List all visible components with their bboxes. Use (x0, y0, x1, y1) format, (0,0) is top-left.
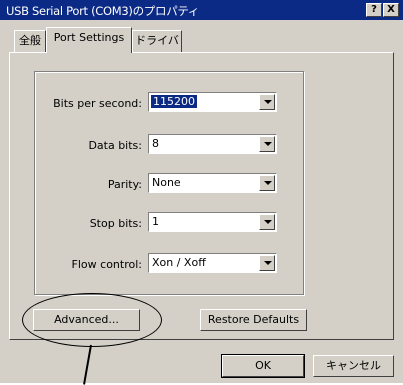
parity-value: None (152, 176, 181, 189)
data-bits-select[interactable]: 8 (148, 134, 277, 154)
help-button[interactable]: ? (366, 3, 382, 17)
bits-per-second-select[interactable]: 115200 (148, 92, 277, 112)
callout-ellipse (22, 293, 162, 347)
window-title: USB Serial Port (COM3)のプロパティ (6, 4, 200, 18)
close-button[interactable]: X (383, 3, 399, 17)
parity-label: Parity: (107, 178, 142, 191)
tab-port-settings[interactable]: Port Settings (46, 27, 132, 53)
cancel-button[interactable]: キャンセル (313, 355, 394, 377)
bits-per-second-value: 115200 (151, 95, 197, 108)
tab-driver[interactable]: ドライバ (132, 30, 182, 52)
chevron-down-icon[interactable] (259, 136, 275, 152)
parity-select[interactable]: None (148, 173, 277, 193)
ok-button[interactable]: OK (221, 354, 305, 378)
stop-bits-label: Stop bits: (89, 217, 142, 230)
chevron-down-icon[interactable] (259, 175, 275, 191)
stop-bits-value: 1 (152, 215, 159, 228)
restore-defaults-button[interactable]: Restore Defaults (200, 309, 307, 331)
stop-bits-select[interactable]: 1 (148, 212, 277, 232)
data-bits-value: 8 (152, 137, 159, 150)
chevron-down-icon[interactable] (259, 214, 275, 230)
data-bits-label: Data bits: (88, 139, 142, 152)
tab-general[interactable]: 全般 (14, 30, 46, 52)
chevron-down-icon[interactable] (259, 94, 275, 110)
flow-control-value: Xon / Xoff (152, 256, 206, 269)
flow-control-select[interactable]: Xon / Xoff (148, 253, 277, 273)
chevron-down-icon[interactable] (259, 255, 275, 271)
bits-per-second-label: Bits per second: (53, 97, 142, 110)
flow-control-label: Flow control: (71, 258, 142, 271)
title-bar: USB Serial Port (COM3)のプロパティ ? X (0, 0, 403, 20)
